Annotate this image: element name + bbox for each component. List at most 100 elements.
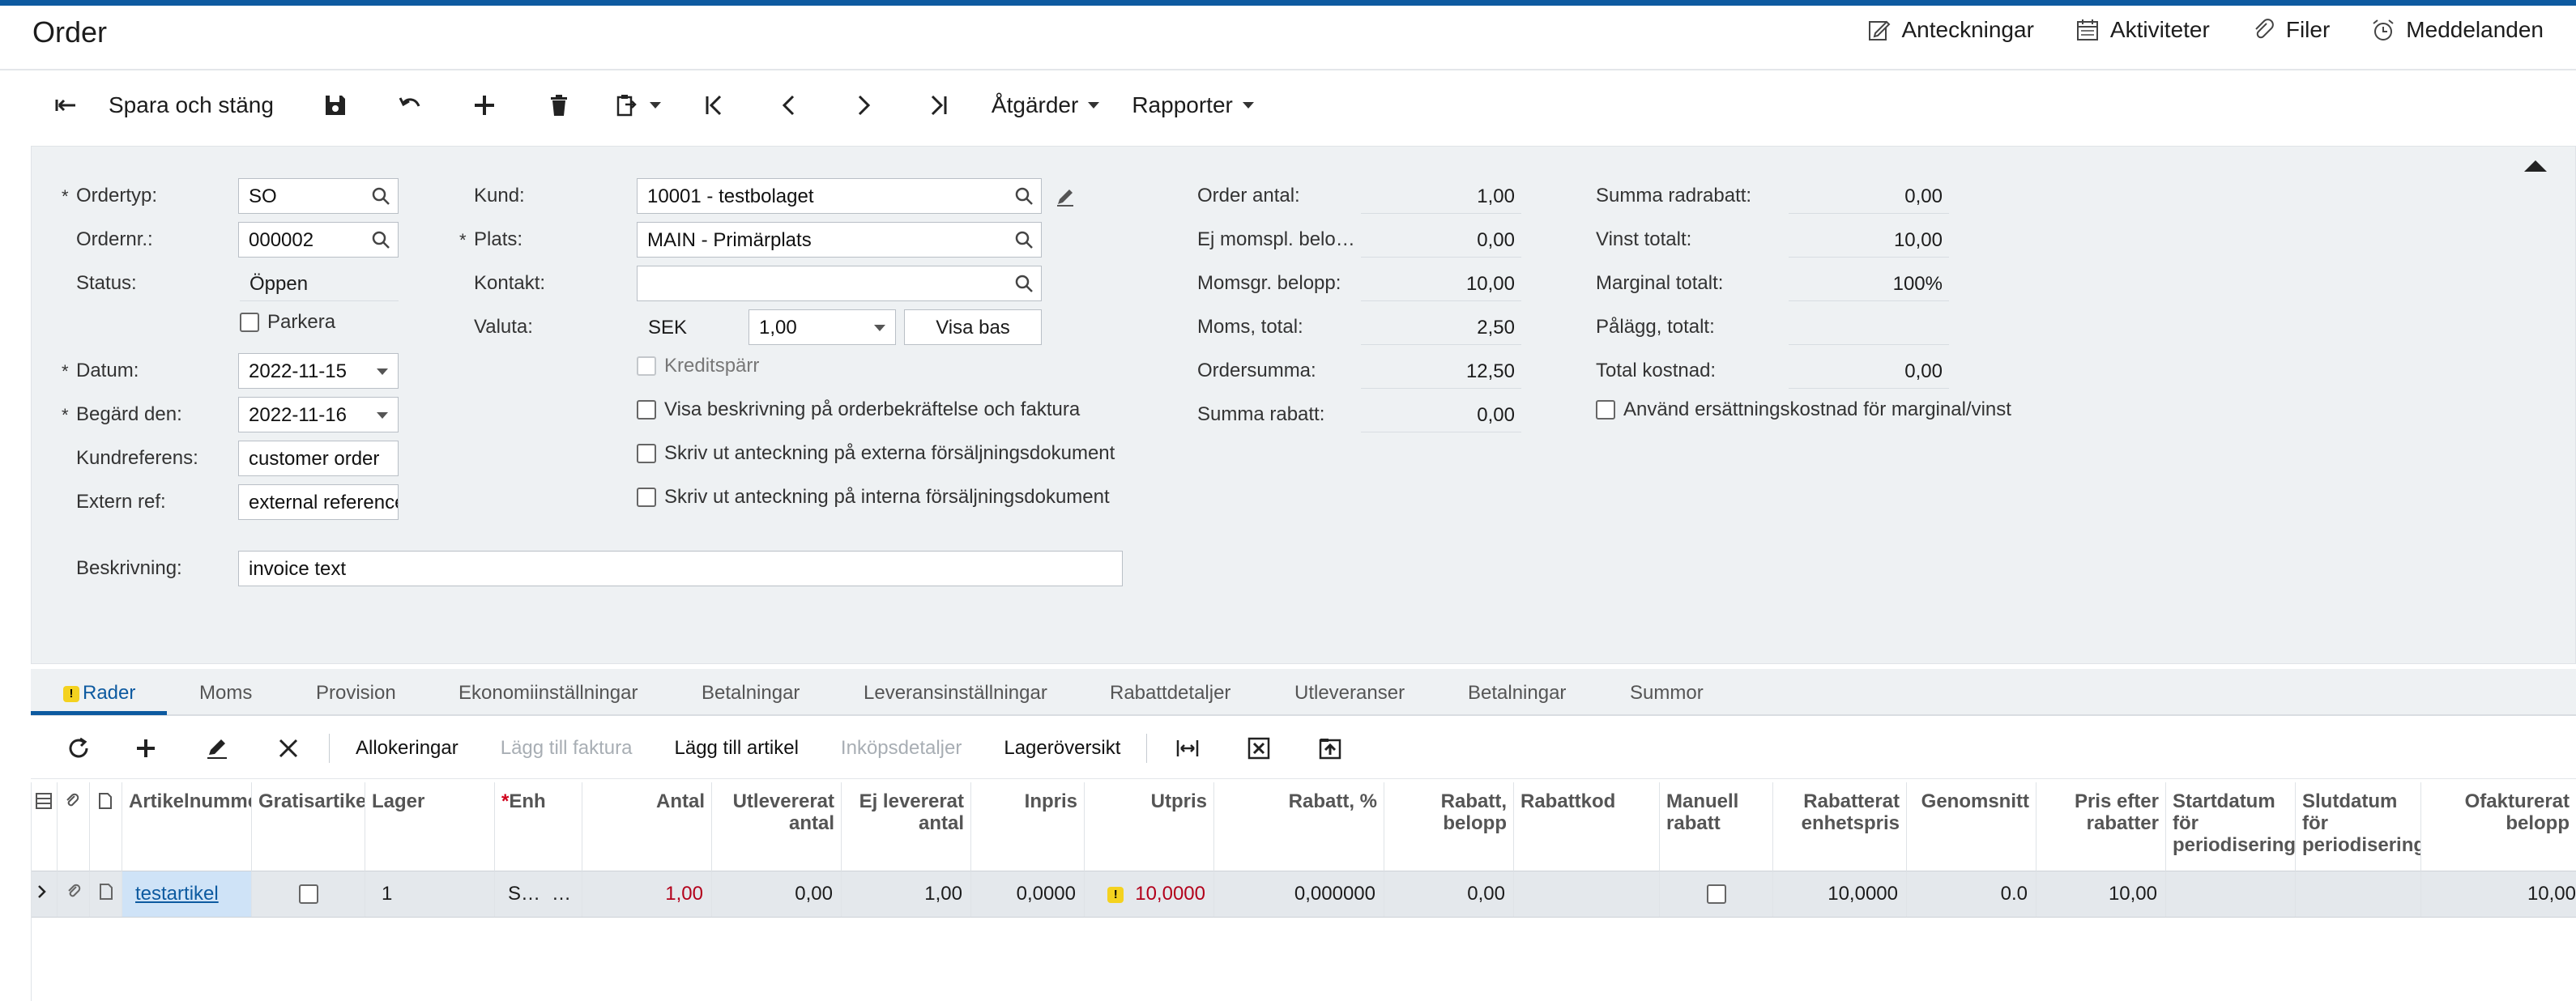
search-icon[interactable] — [1013, 229, 1034, 250]
print-internal-note-checkbox[interactable] — [637, 488, 656, 507]
tab-rader[interactable]: ! Rader — [63, 682, 135, 705]
kontakt-input[interactable] — [637, 266, 1042, 301]
col-antal[interactable]: Antal — [582, 782, 712, 871]
col-lager[interactable]: Lager — [365, 782, 495, 871]
reports-menu-button[interactable]: Rapporter — [1115, 81, 1270, 130]
delete-row-button[interactable] — [253, 724, 324, 773]
ordertyp-input[interactable]: SO — [238, 178, 399, 214]
back-button[interactable] — [49, 81, 84, 130]
cell-rabattkod[interactable] — [1514, 871, 1660, 917]
delete-button[interactable] — [522, 81, 596, 130]
next-record-button[interactable] — [826, 81, 901, 130]
ordernr-input[interactable]: 000002 — [238, 222, 399, 258]
tab-betalningar[interactable]: Betalningar — [702, 682, 800, 705]
show-description-checkbox[interactable] — [637, 400, 656, 420]
search-icon[interactable] — [1013, 273, 1034, 294]
col-gratis[interactable]: Gratisartikel — [252, 782, 365, 871]
print-external-note-checkbox[interactable] — [637, 444, 656, 463]
fit-columns-button[interactable] — [1152, 724, 1223, 773]
tab-summor[interactable]: Summor — [1630, 682, 1704, 705]
allocations-button[interactable]: Allokeringar — [335, 724, 480, 773]
col-rabatterat-pris[interactable]: Rabatterat enhetspris — [1773, 782, 1907, 871]
last-record-button[interactable] — [901, 81, 975, 130]
chevron-down-icon[interactable] — [377, 412, 388, 419]
plats-input[interactable]: MAIN - Primärplats — [637, 222, 1042, 258]
search-icon[interactable] — [370, 185, 391, 207]
chevron-down-icon[interactable] — [874, 325, 885, 331]
kund-input[interactable]: 10001 - testbolaget — [637, 178, 1042, 214]
cell-enh[interactable]: STYCK! — [495, 871, 582, 917]
col-inpris[interactable]: Inpris — [971, 782, 1085, 871]
cell-rabatt-pct[interactable]: 0,000000 — [1214, 871, 1384, 917]
row-attachments[interactable] — [58, 871, 90, 917]
col-utpris[interactable]: Utpris — [1085, 782, 1214, 871]
col-rabatt-belopp[interactable]: Rabatt, belopp — [1384, 782, 1514, 871]
cell-inpris[interactable]: 0,0000 — [971, 871, 1085, 917]
cell-antal[interactable]: 1,00 — [582, 871, 712, 917]
kundreferens-input[interactable]: customer order — [238, 441, 399, 476]
stock-overview-button[interactable]: Lageröversikt — [983, 724, 1141, 773]
parkera-checkbox[interactable] — [240, 313, 259, 332]
actions-menu-button[interactable]: Åtgärder — [975, 81, 1115, 130]
tab-utleveranser[interactable]: Utleveranser — [1294, 682, 1405, 705]
pencil-icon[interactable] — [1055, 186, 1076, 207]
beskrivning-input[interactable]: invoice text — [238, 551, 1123, 586]
clipboard-dropdown-button[interactable] — [596, 81, 677, 130]
cell-slutdatum[interactable] — [2296, 871, 2421, 917]
col-enh[interactable]: *Enh — [495, 782, 582, 871]
row-notes[interactable] — [90, 871, 122, 917]
cell-artikelnummer[interactable]: testartikel — [122, 871, 252, 917]
tab-leveransinstallningar[interactable]: Leveransinställningar — [864, 682, 1047, 705]
show-base-button[interactable]: Visa bas — [904, 309, 1042, 345]
tab-moms[interactable]: Moms — [199, 682, 252, 705]
col-pris-efter[interactable]: Pris efter rabatter — [2036, 782, 2166, 871]
col-slutdatum[interactable]: Slutdatum för periodisering — [2296, 782, 2421, 871]
valuta-rate-select[interactable]: 1,00 — [748, 309, 896, 345]
collapse-triangle-icon[interactable] — [2524, 160, 2547, 172]
gratis-checkbox[interactable] — [299, 884, 318, 904]
tab-ekonomiinstallningar[interactable]: Ekonomiinställningar — [458, 682, 638, 705]
edit-row-button[interactable] — [181, 724, 253, 773]
add-item-button[interactable]: Lägg till artikel — [654, 724, 820, 773]
col-ofakturerat[interactable]: Ofakturerat belopp — [2421, 782, 2576, 871]
refresh-button[interactable] — [47, 724, 110, 773]
col-ej-levererat[interactable]: Ej levererat antal — [842, 782, 971, 871]
save-button[interactable] — [298, 81, 373, 130]
tab-betalningar-2[interactable]: Betalningar — [1468, 682, 1566, 705]
chevron-down-icon[interactable] — [377, 368, 388, 375]
replacement-cost-checkbox[interactable] — [1596, 400, 1615, 420]
col-rabattkod[interactable]: Rabattkod — [1514, 782, 1660, 871]
cell-startdatum[interactable] — [2166, 871, 2296, 917]
row-expand-arrow[interactable] — [32, 871, 58, 917]
upload-button[interactable] — [1294, 724, 1366, 773]
extern-ref-input[interactable]: external reference — [238, 484, 399, 520]
item-link[interactable]: testartikel — [135, 883, 219, 905]
add-button[interactable] — [447, 81, 522, 130]
files-link[interactable]: Filer — [2250, 17, 2330, 43]
cell-utpris[interactable]: ! 10,0000 — [1085, 871, 1214, 917]
first-record-button[interactable] — [677, 81, 752, 130]
tab-provision[interactable]: Provision — [316, 682, 396, 705]
col-utlevererat[interactable]: Utlevererat antal — [712, 782, 842, 871]
col-genomsnitt[interactable]: Genomsnitt — [1907, 782, 2036, 871]
cell-lager[interactable]: 1 — [365, 871, 495, 917]
search-icon[interactable] — [370, 229, 391, 250]
col-manuell-rabatt[interactable]: Manuell rabatt — [1660, 782, 1773, 871]
save-close-button[interactable]: Spara och stäng — [84, 81, 298, 130]
activities-link[interactable]: Aktiviteter — [2075, 17, 2210, 43]
undo-button[interactable] — [373, 81, 447, 130]
add-row-button[interactable] — [110, 724, 181, 773]
grid-settings-header[interactable] — [32, 782, 58, 871]
tab-rabattdetaljer[interactable]: Rabattdetaljer — [1110, 682, 1230, 705]
messages-link[interactable]: Meddelanden — [2370, 17, 2544, 43]
begard-den-input[interactable]: 2022-11-16 — [238, 397, 399, 432]
previous-record-button[interactable] — [752, 81, 826, 130]
search-icon[interactable] — [1013, 185, 1034, 207]
notes-link[interactable]: Anteckningar — [1866, 17, 2034, 43]
cell-rabatt-belopp[interactable]: 0,00 — [1384, 871, 1514, 917]
col-startdatum[interactable]: Startdatum för periodisering — [2166, 782, 2296, 871]
manuell-rabatt-checkbox[interactable] — [1707, 884, 1726, 904]
col-artikelnummer[interactable]: Artikelnummer — [122, 782, 252, 871]
col-rabatt-pct[interactable]: Rabatt, % — [1214, 782, 1384, 871]
datum-input[interactable]: 2022-11-15 — [238, 353, 399, 389]
